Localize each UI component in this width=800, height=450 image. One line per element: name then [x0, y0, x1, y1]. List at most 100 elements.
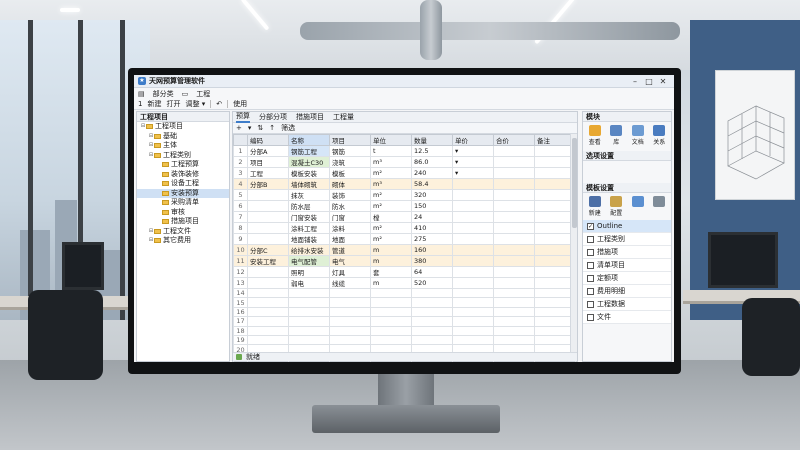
row-number[interactable]: 14: [233, 287, 248, 299]
checklist-item[interactable]: 工程数据: [583, 298, 671, 311]
table-cell[interactable]: 项目: [247, 156, 289, 168]
table-cell[interactable]: 电气配管: [288, 255, 330, 267]
table-cell[interactable]: [452, 306, 494, 318]
module-button[interactable]: [631, 196, 644, 217]
table-cell[interactable]: [288, 334, 330, 346]
table-cell[interactable]: [493, 167, 535, 179]
table-cell[interactable]: [452, 189, 494, 201]
table-cell[interactable]: m²: [370, 200, 412, 212]
column-header[interactable]: [233, 134, 248, 146]
table-cell[interactable]: [411, 325, 453, 336]
table-cell[interactable]: [247, 233, 289, 245]
table-cell[interactable]: t: [370, 145, 412, 157]
table-cell[interactable]: 410: [411, 222, 453, 234]
module-button[interactable]: 新建: [588, 196, 601, 217]
table-row[interactable]: 15: [233, 297, 576, 308]
table-cell[interactable]: [247, 266, 289, 278]
table-cell[interactable]: 混凝土C30: [288, 156, 330, 168]
table-cell[interactable]: [493, 200, 535, 212]
checkbox[interactable]: [587, 287, 594, 295]
module-button[interactable]: [653, 196, 666, 217]
table-cell[interactable]: [493, 233, 535, 245]
table-cell[interactable]: [452, 277, 494, 289]
table-cell[interactable]: 12.5: [411, 145, 453, 157]
row-number[interactable]: 9: [233, 233, 248, 245]
table-row[interactable]: 3 工程 模板安装 模板 m² 240 ▾: [233, 167, 576, 179]
table-cell[interactable]: ▾: [452, 156, 494, 168]
table-cell[interactable]: 照明: [288, 266, 330, 278]
row-number[interactable]: 11: [233, 255, 248, 267]
table-cell[interactable]: m: [370, 255, 412, 267]
table-cell[interactable]: [452, 244, 494, 256]
table-cell[interactable]: 涂料工程: [288, 222, 330, 234]
table-row[interactable]: 1 分部A 钢筋工程 钢筋 t 12.5 ▾: [233, 145, 576, 157]
table-cell[interactable]: [493, 189, 535, 201]
row-number[interactable]: 5: [233, 189, 248, 201]
table-cell[interactable]: [411, 287, 453, 299]
row-number[interactable]: 2: [233, 156, 248, 168]
toolbar-adjust-dropdown[interactable]: 调整 ▾: [185, 99, 205, 109]
table-cell[interactable]: [370, 306, 412, 318]
table-cell[interactable]: 150: [411, 200, 453, 212]
checklist-item[interactable]: 措施项: [583, 246, 671, 259]
table-cell[interactable]: 模板: [329, 167, 371, 179]
table-cell[interactable]: 地面: [329, 233, 371, 245]
table-cell[interactable]: 电气: [329, 255, 371, 267]
table-row[interactable]: 16: [233, 306, 576, 318]
table-row[interactable]: 11 安装工程 电气配管 电气 m 380: [233, 255, 576, 267]
table-row[interactable]: 8 涂料工程 涂料 m² 410: [233, 222, 576, 234]
table-cell[interactable]: [411, 316, 453, 327]
vertical-scrollbar[interactable]: [570, 134, 577, 354]
table-cell[interactable]: 64: [411, 266, 453, 278]
table-cell[interactable]: [493, 316, 535, 327]
table-cell[interactable]: 分部C: [247, 244, 289, 256]
table-cell[interactable]: [329, 287, 371, 299]
table-cell[interactable]: [247, 297, 289, 308]
table-row[interactable]: 17: [233, 316, 576, 327]
table-row[interactable]: 2 项目 混凝土C30 浇筑 m³ 86.0 ▾: [233, 156, 576, 168]
checklist-item[interactable]: 费用明细: [583, 285, 671, 298]
move-up-icon[interactable]: ↑: [269, 124, 275, 132]
row-number[interactable]: 13: [233, 277, 248, 289]
table-cell[interactable]: [247, 200, 289, 212]
menu-icon[interactable]: ▤: [138, 90, 145, 98]
undo-icon[interactable]: ↶: [216, 100, 222, 108]
maximize-button[interactable]: □: [642, 77, 656, 86]
tree-item[interactable]: ⊟ 工程类别: [137, 151, 229, 161]
checklist-item[interactable]: 清单项目: [583, 259, 671, 272]
add-row-icon[interactable]: +: [236, 124, 242, 132]
checkbox[interactable]: [587, 248, 594, 256]
table-cell[interactable]: [452, 233, 494, 245]
row-number[interactable]: 17: [233, 316, 248, 327]
table-cell[interactable]: 门窗安装: [288, 211, 330, 223]
table-cell[interactable]: [247, 334, 289, 346]
scrollbar-thumb[interactable]: [572, 138, 577, 228]
toolbar-new-button[interactable]: 新建: [147, 99, 161, 109]
column-header[interactable]: 单位: [370, 134, 412, 146]
table-cell[interactable]: [411, 334, 453, 346]
table-cell[interactable]: 520: [411, 277, 453, 289]
row-number[interactable]: 7: [233, 211, 248, 223]
table-cell[interactable]: [493, 287, 535, 299]
row-number[interactable]: 8: [233, 222, 248, 234]
table-cell[interactable]: m²: [370, 189, 412, 201]
tree-item[interactable]: ⊟ 主体: [137, 141, 229, 151]
sort-icon[interactable]: ⇅: [257, 124, 263, 132]
table-cell[interactable]: 320: [411, 189, 453, 201]
table-cell[interactable]: 地面铺装: [288, 233, 330, 245]
table-row[interactable]: 14: [233, 287, 576, 299]
tab-budget[interactable]: 预算: [236, 111, 250, 123]
table-row[interactable]: 7 门窗安装 门窗樘 24: [233, 211, 576, 223]
checklist-item[interactable]: 定额项: [583, 272, 671, 285]
tree-item[interactable]: ⊟ 工程项目: [137, 122, 229, 132]
table-cell[interactable]: [452, 222, 494, 234]
row-number[interactable]: 6: [233, 200, 248, 212]
row-number[interactable]: 15: [233, 297, 248, 308]
table-cell[interactable]: 抹灰: [288, 189, 330, 201]
table-cell[interactable]: [452, 297, 494, 308]
table-cell[interactable]: [329, 306, 371, 318]
table-row[interactable]: 13 弱电 线缆 m 520: [233, 277, 576, 289]
table-cell[interactable]: [452, 287, 494, 299]
table-cell[interactable]: 管道: [329, 244, 371, 256]
tree-item[interactable]: ⊟ 其它费用: [137, 236, 229, 246]
